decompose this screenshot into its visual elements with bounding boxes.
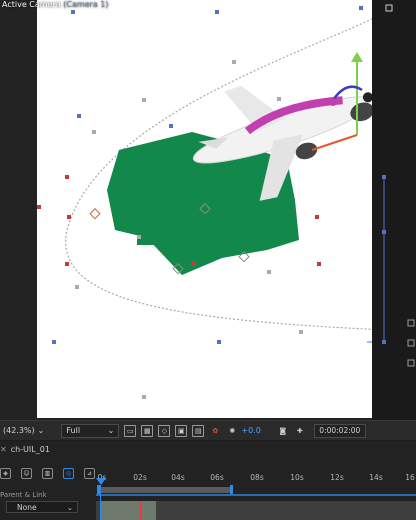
resolution-dropdown[interactable]: Full ⌄ — [61, 423, 120, 438]
camera-name: Active Camera — [2, 0, 61, 9]
tick-label: 10s — [290, 473, 304, 482]
show-snapshot-icon[interactable]: ✚ — [294, 425, 306, 437]
chevron-down-icon: ⌄ — [66, 502, 73, 512]
zoom-dropdown[interactable]: (42.3%) ⌄ — [0, 426, 47, 435]
viewer-toolbar: (42.3%) ⌄ Full ⌄ ▭ ▦ ◇ ▣ ▤ ✿ ✺ +0.0 ◙ ✚ … — [0, 420, 416, 440]
close-icon[interactable]: ✕ — [0, 445, 7, 454]
resolution-value: Full — [66, 426, 81, 435]
graph-editor-icon[interactable]: ⊿ — [84, 468, 95, 479]
composition-tab[interactable]: ✕ ch-UIL_01 — [0, 445, 50, 454]
time-ruler[interactable]: 0s 02s 04s 06s 08s 10s 12s 14s 16 — [96, 465, 416, 487]
shy-layers-icon[interactable]: ☺ — [21, 468, 32, 479]
timeline-panel: ✕ ch-UIL_01 ◈ ☺ ▥ ◎ ⊿ Parent & Link None… — [0, 441, 416, 520]
current-time-indicator-head[interactable] — [96, 478, 106, 485]
color-channels-icon[interactable]: ✿ — [209, 425, 221, 437]
zoom-value: (42.3%) — [3, 426, 35, 435]
exposure-icon[interactable]: ✺ — [226, 425, 238, 437]
composition-viewer[interactable]: Active Camera (Camera 1) — [0, 0, 416, 420]
side-gizmo-svg — [382, 4, 415, 367]
frame-blending-icon[interactable]: ▥ — [42, 468, 53, 479]
parent-dropdown[interactable]: None ⌄ — [6, 501, 78, 513]
render-range-bar — [96, 494, 416, 496]
after-effects-window: Active Camera (Camera 1) (42.3%) ⌄ Full … — [0, 0, 416, 520]
tick-label: 06s — [210, 473, 224, 482]
composition-tab-label: ch-UIL_01 — [10, 445, 50, 454]
scene-svg — [37, 6, 372, 399]
camera-sub: (Camera 1) — [63, 0, 109, 9]
tick-label: 12s — [330, 473, 344, 482]
current-time-field[interactable]: 0:00:02:00 — [313, 423, 366, 438]
composition-canvas[interactable] — [37, 0, 372, 418]
exposure-value[interactable]: +0.0 — [241, 426, 260, 435]
current-time-indicator-line[interactable] — [100, 485, 101, 520]
parent-link-header: Parent & Link — [0, 491, 47, 499]
layer-selected-segment[interactable] — [100, 501, 156, 520]
tick-label: 16 — [405, 473, 415, 482]
chevron-down-icon: ⌄ — [37, 426, 45, 435]
viewer-side-panel — [372, 0, 416, 420]
motion-blur-icon[interactable]: ◎ — [63, 468, 74, 479]
work-area-bar[interactable] — [98, 487, 232, 493]
parent-value: None — [17, 502, 37, 512]
tick-label: 04s — [171, 473, 185, 482]
tick-label: 14s — [369, 473, 383, 482]
tick-label: 08s — [250, 473, 264, 482]
mask-visibility-icon[interactable]: ◇ — [158, 424, 171, 437]
transparency-grid-icon[interactable]: ▦ — [141, 424, 154, 437]
keyframe-marker — [140, 501, 141, 520]
region-of-interest-icon[interactable]: ▭ — [124, 424, 137, 437]
timeline-switch-icons: ◈ ☺ ▥ ◎ ⊿ — [0, 468, 95, 479]
active-camera-label: Active Camera (Camera 1) — [2, 0, 109, 9]
tick-label: 02s — [133, 473, 147, 482]
chevron-down-icon: ⌄ — [107, 426, 115, 435]
3d-view-icon[interactable]: ▣ — [175, 424, 188, 437]
camera-snapshot-icon[interactable]: ◙ — [277, 425, 289, 437]
draft-3d-icon[interactable]: ◈ — [0, 468, 11, 479]
fast-preview-icon[interactable]: ▤ — [192, 424, 205, 437]
